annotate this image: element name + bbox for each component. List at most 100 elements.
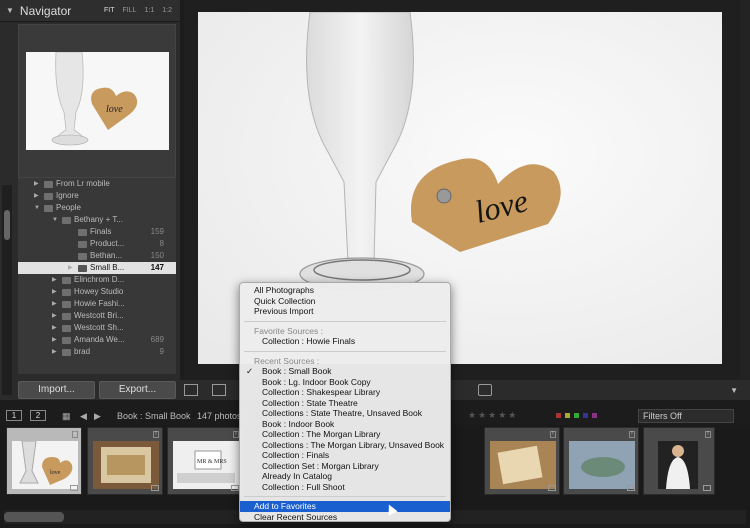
film-thumb[interactable]: MR & MRS ! (167, 427, 243, 495)
filters-dropdown[interactable]: Filters Off (638, 409, 734, 423)
folder-count: 9 (159, 347, 164, 356)
menu-item[interactable]: Add to Favorites (240, 501, 450, 512)
menu-item-label: Collections : State Theatre, Unsaved Boo… (262, 408, 423, 418)
menu-item[interactable]: Collection : The Morgan Library (240, 429, 450, 440)
expand-triangle-icon[interactable]: ▶ (68, 262, 73, 274)
folder-tree-row[interactable]: ▼ People (18, 202, 176, 214)
folder-icon (44, 181, 53, 188)
menu-item[interactable]: Already In Catalog (240, 471, 450, 482)
folder-count: 159 (150, 227, 164, 236)
primary-window-button[interactable]: 1 (6, 410, 22, 421)
left-panel-scrollbar[interactable] (2, 185, 12, 395)
color-label-filters[interactable] (556, 413, 597, 418)
menu-item-label: Collection : Howie Finals (262, 336, 356, 346)
navigator-header[interactable]: ▼ Navigator FIT FILL 1:1 1:2 (0, 0, 180, 22)
menu-item[interactable]: Book : Indoor Book (240, 419, 450, 430)
menu-item[interactable]: Collections : State Theatre, Unsaved Boo… (240, 408, 450, 419)
export-button[interactable]: Export... (99, 381, 176, 399)
forward-arrow-icon[interactable]: ▶ (94, 411, 101, 422)
film-thumb-text: love (50, 470, 61, 476)
menu-item[interactable]: Collection : Finals (240, 450, 450, 461)
import-export-buttons: Import... Export... (18, 381, 176, 399)
film-thumb[interactable]: ! (643, 427, 715, 495)
folder-count: 689 (150, 335, 164, 344)
expand-triangle-icon[interactable]: ▶ (52, 274, 57, 286)
folder-tree-row[interactable]: Product... 8 (18, 238, 176, 250)
toolbar-menu-arrow-icon[interactable]: ▼ (730, 386, 738, 395)
menu-item[interactable]: Previous Import (240, 306, 450, 317)
grid-icon[interactable]: ▦ (62, 411, 71, 422)
expand-triangle-icon[interactable]: ▶ (52, 286, 57, 298)
folder-label: brad (74, 347, 91, 356)
folder-tree-row[interactable]: ▶ Amanda We... 689 (18, 334, 176, 346)
folder-label: Finals (90, 227, 112, 236)
back-arrow-icon[interactable]: ◀ (80, 411, 87, 422)
menu-item[interactable]: Collection : Full Shoot (240, 482, 450, 493)
folder-tree-row[interactable]: ▶ Westcott Sh... (18, 322, 176, 334)
folder-count: 147 (150, 263, 164, 272)
folder-label: People (56, 203, 81, 212)
folder-tree-row[interactable]: ▶ Small B... 147 (18, 262, 176, 274)
grid-view-icon[interactable] (184, 384, 198, 396)
rotate-icon[interactable] (478, 384, 492, 396)
folder-tree-row[interactable]: Bethan... 150 (18, 250, 176, 262)
menu-item[interactable]: Collections : The Morgan Library, Unsave… (240, 440, 450, 451)
folder-tree-row[interactable]: ▶ brad 9 (18, 346, 176, 358)
menu-item[interactable]: ✓ Book : Small Book (240, 366, 450, 377)
menu-item-label: Favorite Sources : (254, 325, 323, 336)
folder-tree-row[interactable]: ▶ Howey Studio (18, 286, 176, 298)
secondary-window-button[interactable]: 2 (30, 410, 46, 421)
rating-filter-stars[interactable]: ★★★★★ (468, 410, 518, 421)
folder-tree-row[interactable]: ▼ Bethany + T... (18, 214, 176, 226)
film-thumb[interactable]: ! (484, 427, 560, 495)
folder-icon (44, 205, 53, 212)
folder-tree-row[interactable]: Finals 159 (18, 226, 176, 238)
folder-tree-row[interactable]: ▶ Ignore (18, 190, 176, 202)
badge-icon (548, 485, 556, 491)
expand-triangle-icon[interactable]: ▶ (52, 298, 57, 310)
menu-item[interactable]: Book : Lg. Indoor Book Copy (240, 377, 450, 388)
folder-label: Product... (90, 239, 125, 248)
zoom-1-1[interactable]: 1:1 (145, 7, 155, 14)
expand-triangle-icon[interactable]: ▶ (52, 322, 57, 334)
expand-triangle-icon[interactable]: ▶ (52, 310, 57, 322)
expand-triangle-icon[interactable]: ▶ (52, 346, 57, 358)
lightroom-window: ▼ Navigator FIT FILL 1:1 1:2 love ▶ From… (0, 0, 750, 528)
left-panel: ▼ Navigator FIT FILL 1:1 1:2 love ▶ From… (0, 0, 180, 400)
expand-triangle-icon[interactable]: ▼ (34, 202, 40, 214)
folder-tree-row[interactable]: ▶ Elinchrom D... (18, 274, 176, 286)
source-context-menu: All Photographs Quick Collection Previous … (239, 282, 451, 522)
expand-triangle-icon[interactable]: ▶ (52, 334, 57, 346)
navigator-preview[interactable]: love (18, 24, 176, 178)
menu-item-label: Already In Catalog (262, 471, 332, 481)
film-thumb[interactable]: ! (87, 427, 163, 495)
zoom-1-2[interactable]: 1:2 (162, 7, 172, 14)
menu-item[interactable]: Clear Recent Sources (240, 512, 450, 523)
expand-triangle-icon[interactable]: ▶ (34, 178, 39, 190)
menu-item[interactable]: All Photographs (240, 285, 450, 296)
zoom-fit[interactable]: FIT (104, 7, 115, 14)
import-button[interactable]: Import... (18, 381, 95, 399)
menu-item-label: Collection : Full Shoot (262, 481, 345, 492)
folder-tree: ▶ From Lr mobile ▶ Ignore ▼ People ▼ Bethany + … (18, 178, 176, 374)
menu-separator (244, 496, 446, 497)
menu-item[interactable]: Collection : State Theatre (240, 398, 450, 409)
menu-item-label: Collection Set : Morgan Library (262, 460, 379, 471)
film-thumb[interactable]: love ! (6, 427, 82, 495)
folder-tree-row[interactable]: ▶ Westcott Bri... (18, 310, 176, 322)
menu-item[interactable]: Quick Collection (240, 296, 450, 307)
collapse-triangle-icon[interactable]: ▼ (6, 6, 14, 15)
folder-tree-row[interactable]: ▶ From Lr mobile (18, 178, 176, 190)
source-label[interactable]: Book : Small Book (117, 411, 191, 421)
menu-item[interactable]: Collection Set : Morgan Library (240, 461, 450, 472)
menu-item[interactable]: Collection : Howie Finals (240, 336, 450, 347)
expand-triangle-icon[interactable]: ▶ (34, 190, 39, 202)
loupe-view-icon[interactable] (212, 384, 226, 396)
navigator-title: Navigator (19, 3, 72, 18)
folder-tree-row[interactable]: ▶ Howie Fashi... (18, 298, 176, 310)
expand-triangle-icon[interactable]: ▼ (52, 214, 58, 226)
zoom-fill[interactable]: FILL (123, 7, 137, 14)
film-thumb[interactable]: ! (563, 427, 639, 495)
menu-item[interactable]: Collection : Shakespear Library (240, 387, 450, 398)
film-thumb3-text: MR & MRS (197, 459, 227, 465)
